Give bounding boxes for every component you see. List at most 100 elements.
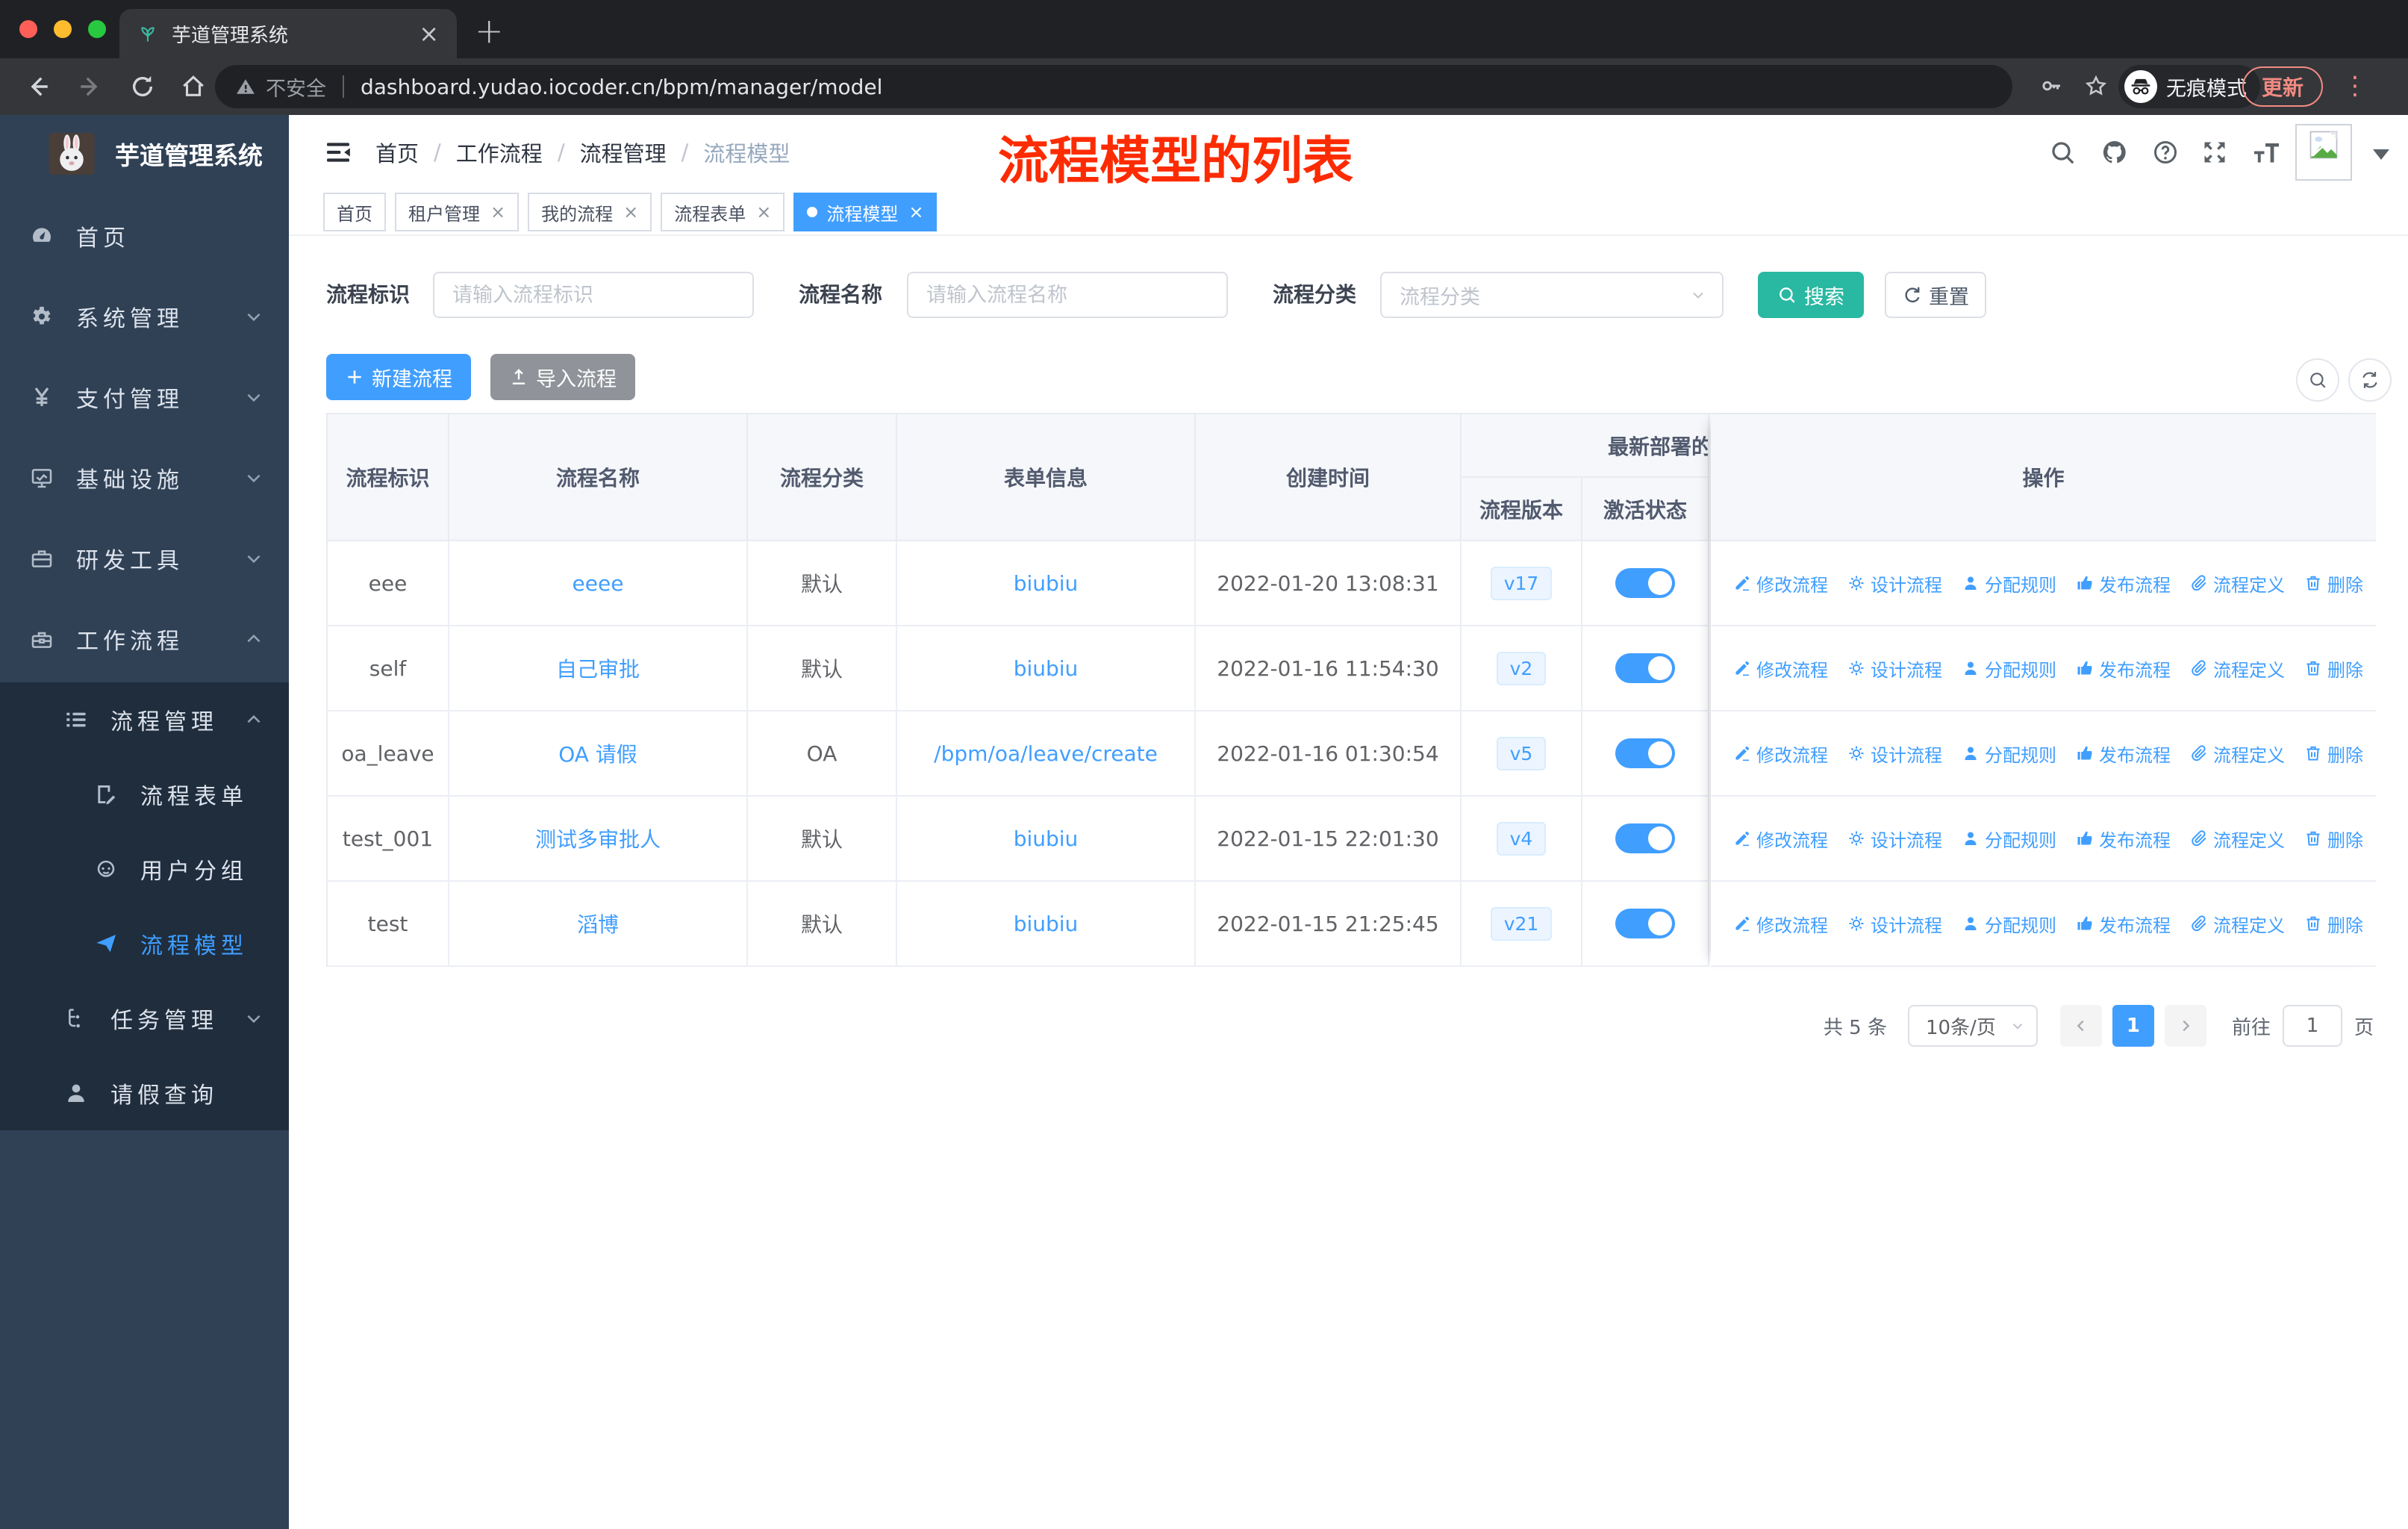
action-delete[interactable]: 删除 [2304, 911, 2363, 937]
minimize-window-button[interactable] [54, 20, 72, 38]
cell-form-link[interactable]: biubiu [897, 626, 1196, 711]
action-publish[interactable]: 发布流程 [2076, 655, 2171, 682]
breadcrumb-item[interactable]: 首页 [375, 137, 419, 168]
action-edit[interactable]: 修改流程 [1733, 570, 1828, 597]
cell-name-link[interactable]: 滔博 [449, 882, 748, 967]
cell-name-link[interactable]: OA 请假 [449, 711, 748, 797]
close-icon[interactable]: × [623, 202, 638, 222]
refresh-table-button[interactable] [2348, 358, 2392, 402]
breadcrumb-item[interactable]: 工作流程 [456, 137, 543, 168]
sidebar-item-workflow[interactable]: 工作流程 [0, 599, 289, 679]
create-process-button[interactable]: 新建流程 [326, 354, 471, 400]
font-size-icon[interactable] [2252, 139, 2279, 166]
sidebar-item-home[interactable]: 首页 [0, 196, 289, 276]
sidebar-item-leave-query[interactable]: 请假查询 [0, 1056, 289, 1130]
action-design[interactable]: 设计流程 [1847, 655, 1942, 682]
sidebar-item-infra[interactable]: 基础设施 [0, 437, 289, 518]
action-edit[interactable]: 修改流程 [1733, 655, 1828, 682]
prev-page-button[interactable] [2059, 1005, 2102, 1047]
tag-租户管理[interactable]: 租户管理 × [395, 193, 520, 231]
cell-name-link[interactable]: 自己审批 [449, 626, 748, 711]
filter-input-name[interactable] [907, 272, 1228, 318]
address-bar[interactable]: 不安全 dashboard.yudao.iocoder.cn/bpm/manag… [215, 65, 2012, 108]
tag-流程表单[interactable]: 流程表单 × [661, 193, 785, 231]
action-edit[interactable]: 修改流程 [1733, 826, 1828, 852]
update-button[interactable]: 更新 [2242, 66, 2324, 107]
app-logo[interactable]: 芋道管理系统 [0, 115, 289, 193]
close-icon[interactable]: × [908, 202, 923, 222]
back-icon[interactable] [25, 74, 51, 99]
action-definition[interactable]: 流程定义 [2190, 655, 2285, 682]
action-assign[interactable]: 分配规则 [1962, 655, 2056, 682]
security-label[interactable]: 不安全 [266, 72, 326, 102]
action-edit[interactable]: 修改流程 [1733, 911, 1828, 937]
next-page-button[interactable] [2164, 1005, 2206, 1047]
sidebar-item-process-manage[interactable]: 流程管理 [0, 682, 289, 757]
forward-icon[interactable] [78, 74, 103, 99]
sidebar-item-pay[interactable]: 支付管理 [0, 357, 289, 437]
reload-icon[interactable] [130, 74, 155, 99]
sidebar-item-process-form[interactable]: 流程表单 [0, 757, 289, 832]
browser-menu-icon[interactable]: ⋮ [2342, 69, 2368, 105]
sidebar-item-devtools[interactable]: 研发工具 [0, 518, 289, 599]
key-icon[interactable] [2039, 74, 2063, 98]
close-icon[interactable]: × [756, 202, 771, 222]
bookmark-star-icon[interactable] [2084, 74, 2108, 98]
action-assign[interactable]: 分配规则 [1962, 741, 2056, 767]
tag-首页[interactable]: 首页 [323, 193, 386, 231]
maximize-window-button[interactable] [88, 20, 106, 38]
search-button[interactable]: 搜索 [1758, 272, 1864, 318]
sidebar-item-process-model[interactable]: 流程模型 [0, 906, 289, 981]
action-publish[interactable]: 发布流程 [2076, 570, 2171, 597]
collapse-sidebar-icon[interactable] [323, 137, 353, 167]
avatar-caret-icon[interactable] [2373, 149, 2389, 160]
close-window-button[interactable] [19, 20, 37, 38]
action-publish[interactable]: 发布流程 [2076, 826, 2171, 852]
action-definition[interactable]: 流程定义 [2190, 741, 2285, 767]
action-design[interactable]: 设计流程 [1847, 911, 1942, 937]
action-definition[interactable]: 流程定义 [2190, 570, 2285, 597]
active-toggle[interactable] [1615, 823, 1675, 853]
toggle-search-button[interactable] [2296, 358, 2339, 402]
tag-流程模型[interactable]: 流程模型 × [793, 193, 938, 231]
action-definition[interactable]: 流程定义 [2190, 911, 2285, 937]
search-icon[interactable] [2049, 139, 2076, 166]
action-design[interactable]: 设计流程 [1847, 826, 1942, 852]
action-delete[interactable]: 删除 [2304, 570, 2363, 597]
active-toggle[interactable] [1615, 568, 1675, 598]
cell-name-link[interactable]: eeee [449, 541, 748, 626]
cell-form-link[interactable]: biubiu [897, 797, 1196, 882]
action-delete[interactable]: 删除 [2304, 741, 2363, 767]
active-toggle[interactable] [1615, 909, 1675, 938]
action-delete[interactable]: 删除 [2304, 655, 2363, 682]
goto-page-input[interactable] [2282, 1005, 2342, 1047]
import-process-button[interactable]: 导入流程 [490, 354, 635, 400]
breadcrumb-item[interactable]: 流程管理 [580, 137, 667, 168]
new-tab-button[interactable]: + [475, 13, 504, 48]
page-size-select[interactable]: 10条/页 [1907, 1005, 2038, 1047]
sidebar-item-task-manage[interactable]: 任务管理 [0, 981, 289, 1056]
action-design[interactable]: 设计流程 [1847, 570, 1942, 597]
action-assign[interactable]: 分配规则 [1962, 570, 2056, 597]
cell-form-link[interactable]: /bpm/oa/leave/create [897, 711, 1196, 797]
reset-button[interactable]: 重置 [1885, 272, 1986, 318]
action-assign[interactable]: 分配规则 [1962, 911, 2056, 937]
active-toggle[interactable] [1615, 738, 1675, 768]
traffic-lights[interactable] [19, 20, 106, 38]
close-icon[interactable]: × [490, 202, 505, 222]
action-delete[interactable]: 删除 [2304, 826, 2363, 852]
current-page-button[interactable]: 1 [2112, 1005, 2154, 1047]
fullscreen-icon[interactable] [2201, 139, 2228, 166]
action-edit[interactable]: 修改流程 [1733, 741, 1828, 767]
action-publish[interactable]: 发布流程 [2076, 911, 2171, 937]
sidebar-item-system[interactable]: 系统管理 [0, 276, 289, 357]
home-icon[interactable] [181, 74, 206, 99]
tag-我的流程[interactable]: 我的流程 × [528, 193, 652, 231]
avatar[interactable] [2295, 124, 2352, 181]
action-definition[interactable]: 流程定义 [2190, 826, 2285, 852]
cell-name-link[interactable]: 测试多审批人 [449, 797, 748, 882]
url-text[interactable]: dashboard.yudao.iocoder.cn/bpm/manager/m… [361, 75, 882, 99]
cell-form-link[interactable]: biubiu [897, 541, 1196, 626]
action-assign[interactable]: 分配规则 [1962, 826, 2056, 852]
help-icon[interactable] [2152, 139, 2179, 166]
